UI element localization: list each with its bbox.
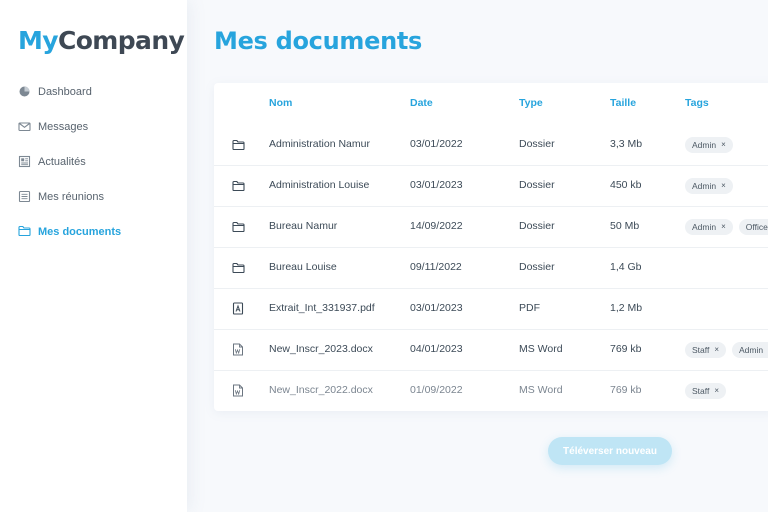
file-name[interactable]: Bureau Louise: [269, 247, 337, 288]
folder-icon: [232, 247, 246, 288]
sidebar-item-dashboard[interactable]: Dashboard: [0, 74, 187, 109]
file-size: 769 kb: [610, 384, 642, 396]
tag-chip: Staff ×: [685, 382, 726, 399]
word-file-icon: [232, 329, 246, 370]
tag-chip: Admin ×: [685, 177, 733, 194]
pdf-file-icon: [232, 288, 246, 329]
file-name[interactable]: Administration Namur: [269, 124, 370, 165]
tag-label: Staff: [692, 344, 710, 355]
word-file-icon: [232, 370, 246, 411]
tag-label: Admin: [692, 180, 717, 191]
column-header-date[interactable]: Date: [410, 83, 433, 124]
file-date: 04/01/2023: [410, 343, 463, 355]
tag-chip: Admin×: [732, 341, 768, 358]
folder-icon: [232, 165, 246, 206]
remove-tag-icon[interactable]: ×: [714, 342, 719, 358]
file-size: 3,3 Mb: [610, 138, 643, 150]
list-icon: [18, 190, 31, 203]
pie-chart-icon: [18, 85, 31, 98]
documents-table: Nom Date Type Taille Tags Administration…: [214, 83, 768, 411]
file-size: 450 kb: [610, 179, 642, 191]
newspaper-icon: [18, 155, 31, 168]
file-type: Dossier: [519, 220, 555, 232]
tag-chip: Office×: [738, 218, 768, 235]
logo-part-my: My: [18, 26, 59, 55]
file-type: Dossier: [519, 138, 555, 150]
table-row[interactable]: Bureau Louise 09/11/2022 Dossier 1,4 Gb: [214, 247, 768, 289]
tag-chip: Admin ×: [685, 218, 733, 235]
file-date: 01/09/2022: [410, 384, 463, 396]
column-header-tags[interactable]: Tags: [685, 83, 709, 124]
sidebar-item-label: Dashboard: [38, 85, 92, 98]
column-header-nom[interactable]: Nom: [269, 83, 292, 124]
tag-list: Staff × Admin×: [685, 329, 768, 370]
tag-label: Admin: [739, 344, 764, 355]
upload-new-button[interactable]: Téléverser nouveau: [548, 437, 672, 465]
file-type: PDF: [519, 302, 540, 314]
file-name[interactable]: Administration Louise: [269, 165, 369, 206]
file-type: Dossier: [519, 179, 555, 191]
remove-tag-icon[interactable]: ×: [721, 219, 726, 235]
sidebar-item-label: Mes réunions: [38, 190, 105, 203]
tag-chip: Staff ×: [685, 341, 726, 358]
remove-tag-icon[interactable]: ×: [714, 383, 719, 399]
envelope-icon: [18, 120, 31, 133]
file-type: Dossier: [519, 261, 555, 273]
table-row[interactable]: Administration Louise 03/01/2023 Dossier 45…: [214, 165, 768, 207]
table-row[interactable]: Extrait_Int_331937.pdf 03/01/2023 PDF 1,2 M…: [214, 288, 768, 330]
tag-list: Admin × Office×: [685, 206, 768, 247]
page-title: Mes documents: [214, 27, 423, 55]
sidebar-item-label: Mes documents: [38, 225, 122, 238]
sidebar-item-label: Messages: [38, 120, 89, 133]
sidebar-item-messages[interactable]: Messages: [0, 109, 187, 144]
file-size: 1,4 Gb: [610, 261, 642, 273]
tag-label: Office: [745, 221, 768, 232]
file-date: 03/01/2022: [410, 138, 463, 150]
column-header-type[interactable]: Type: [519, 83, 543, 124]
file-date: 14/09/2022: [410, 220, 463, 232]
tag-label: Admin: [692, 139, 717, 150]
file-name[interactable]: Bureau Namur: [269, 206, 337, 247]
table-row[interactable]: New_Inscr_2023.docx 04/01/2023 MS Word 769 …: [214, 329, 768, 371]
tag-list: Staff ×: [685, 370, 726, 411]
file-date: 03/01/2023: [410, 179, 463, 191]
file-date: 03/01/2023: [410, 302, 463, 314]
file-name[interactable]: Extrait_Int_331937.pdf: [269, 288, 375, 329]
file-type: MS Word: [519, 384, 563, 396]
file-name[interactable]: New_Inscr_2023.docx: [269, 329, 373, 370]
table-row[interactable]: New_Inscr_2022.docx 01/09/2022 MS Word 769 …: [214, 370, 768, 411]
tag-list: Admin ×: [685, 124, 733, 165]
tag-list: Admin ×: [685, 165, 733, 206]
sidebar-nav: Dashboard Messages Actualités Mes réunions M…: [0, 74, 187, 249]
file-size: 769 kb: [610, 343, 642, 355]
folder-icon: [18, 225, 31, 238]
table-row[interactable]: Bureau Namur 14/09/2022 Dossier 50 Mb Admin ×…: [214, 206, 768, 248]
column-header-taille[interactable]: Taille: [610, 83, 636, 124]
file-date: 09/11/2022: [410, 261, 462, 273]
sidebar-item-mes-r-unions[interactable]: Mes réunions: [0, 179, 187, 214]
folder-icon: [232, 124, 246, 165]
remove-tag-icon[interactable]: ×: [721, 178, 726, 194]
file-size: 50 Mb: [610, 220, 640, 232]
tag-label: Staff: [692, 385, 710, 396]
remove-tag-icon[interactable]: ×: [721, 137, 726, 153]
tag-label: Admin: [692, 221, 717, 232]
main-content: Mes documents Nom Date Type Taille Tags …: [187, 0, 768, 512]
sidebar-item-mes-documents[interactable]: Mes documents: [0, 214, 187, 249]
table-row[interactable]: Administration Namur 03/01/2022 Dossier 3,3…: [214, 124, 768, 166]
file-size: 1,2 Mb: [610, 302, 643, 314]
sidebar-item-label: Actualités: [38, 155, 86, 168]
logo-part-company: Company: [57, 26, 185, 55]
file-type: MS Word: [519, 343, 563, 355]
sidebar: MyCompany Dashboard Messages Actualités Mes…: [0, 0, 187, 512]
sidebar-item-actualit-s[interactable]: Actualités: [0, 144, 187, 179]
tag-chip: Admin ×: [685, 136, 733, 153]
table-header: Nom Date Type Taille Tags: [214, 83, 768, 124]
folder-icon: [232, 206, 246, 247]
file-name[interactable]: New_Inscr_2022.docx: [269, 370, 373, 411]
company-logo[interactable]: MyCompany: [18, 26, 185, 55]
